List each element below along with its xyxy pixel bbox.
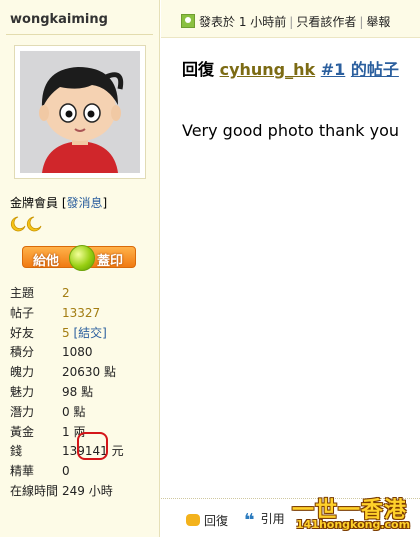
avatar-cartoon-boy-icon: [20, 51, 140, 173]
send-message-link[interactable]: 發消息: [67, 196, 103, 210]
post-info-bar: 發表於 1 小時前 | 只看該作者 | 舉報: [161, 0, 420, 38]
author-sidebar: wongkaiming 金牌會員 [發消息] 給他 蓋印 主題 2 帖子 133…: [0, 0, 160, 537]
report-link[interactable]: 舉報: [366, 15, 390, 29]
avatar-frame[interactable]: [14, 45, 146, 179]
stat-row-posts: 帖子 13327: [10, 305, 101, 320]
stat-row-essence: 精華 0: [10, 464, 70, 479]
stamp-label: 蓋印: [97, 254, 124, 269]
rank-moons-icon: [10, 216, 44, 235]
stat-row-friends: 好友 5 [結交]: [10, 325, 107, 340]
watermark-url: 141hongkong.com: [296, 518, 411, 531]
online-status-icon: [181, 14, 195, 28]
quoted-floor-link[interactable]: #1: [321, 60, 346, 79]
rank-label: 金牌會員: [10, 196, 59, 210]
posts-count-link[interactable]: 13327: [62, 306, 100, 320]
post-body: Very good photo thank you: [182, 121, 399, 140]
quoted-author-link[interactable]: cyhung_hk: [220, 60, 316, 79]
add-friend-link[interactable]: [結交]: [73, 326, 106, 340]
stat-row-online-time: 在線時間 249 小時: [10, 483, 113, 498]
quote-icon: ❝: [244, 510, 255, 531]
quote-label: 引用: [260, 512, 285, 526]
site-watermark: 一世一香港 141hongkong.com: [292, 492, 418, 536]
stat-row-charm: 魅力 98 點: [10, 384, 94, 399]
post-time: 發表於 1 小時前: [199, 15, 287, 29]
divider: [6, 34, 153, 35]
give-stamp-button[interactable]: 給他 蓋印: [22, 245, 136, 271]
stat-row-score: 積分 1080: [10, 345, 93, 360]
only-author-link[interactable]: 只看該作者: [296, 15, 356, 29]
member-rank: 金牌會員 [發消息]: [10, 196, 108, 210]
green-ball-icon: [69, 245, 95, 271]
stat-row-power: 魄力 20630 點: [10, 365, 116, 380]
quote-button[interactable]: ❝ 引用: [244, 510, 285, 531]
topics-count-link[interactable]: 2: [62, 286, 70, 300]
reply-bubble-icon: [186, 514, 200, 526]
highlight-circle-annotation: [77, 432, 108, 460]
reply-button[interactable]: 回復: [186, 512, 228, 529]
stat-row-potential: 潛力 0 點: [10, 404, 86, 419]
reply-label: 回復: [204, 514, 229, 528]
reply-title: 回復 cyhung_hk #1 的帖子: [182, 56, 399, 80]
stat-row-topics: 主題 2: [10, 286, 70, 300]
author-username[interactable]: wongkaiming: [10, 12, 108, 27]
avatar[interactable]: [20, 51, 140, 173]
give-label: 給他: [33, 254, 60, 269]
author-stats: 主題 2 帖子 13327 好友 5 [結交] 積分 1080 魄力 20630 點 魅力…: [10, 284, 124, 502]
friends-count-link[interactable]: 5: [62, 326, 70, 340]
reply-prefix: 回復: [182, 60, 215, 79]
quoted-post-link[interactable]: 的帖子: [351, 60, 399, 79]
